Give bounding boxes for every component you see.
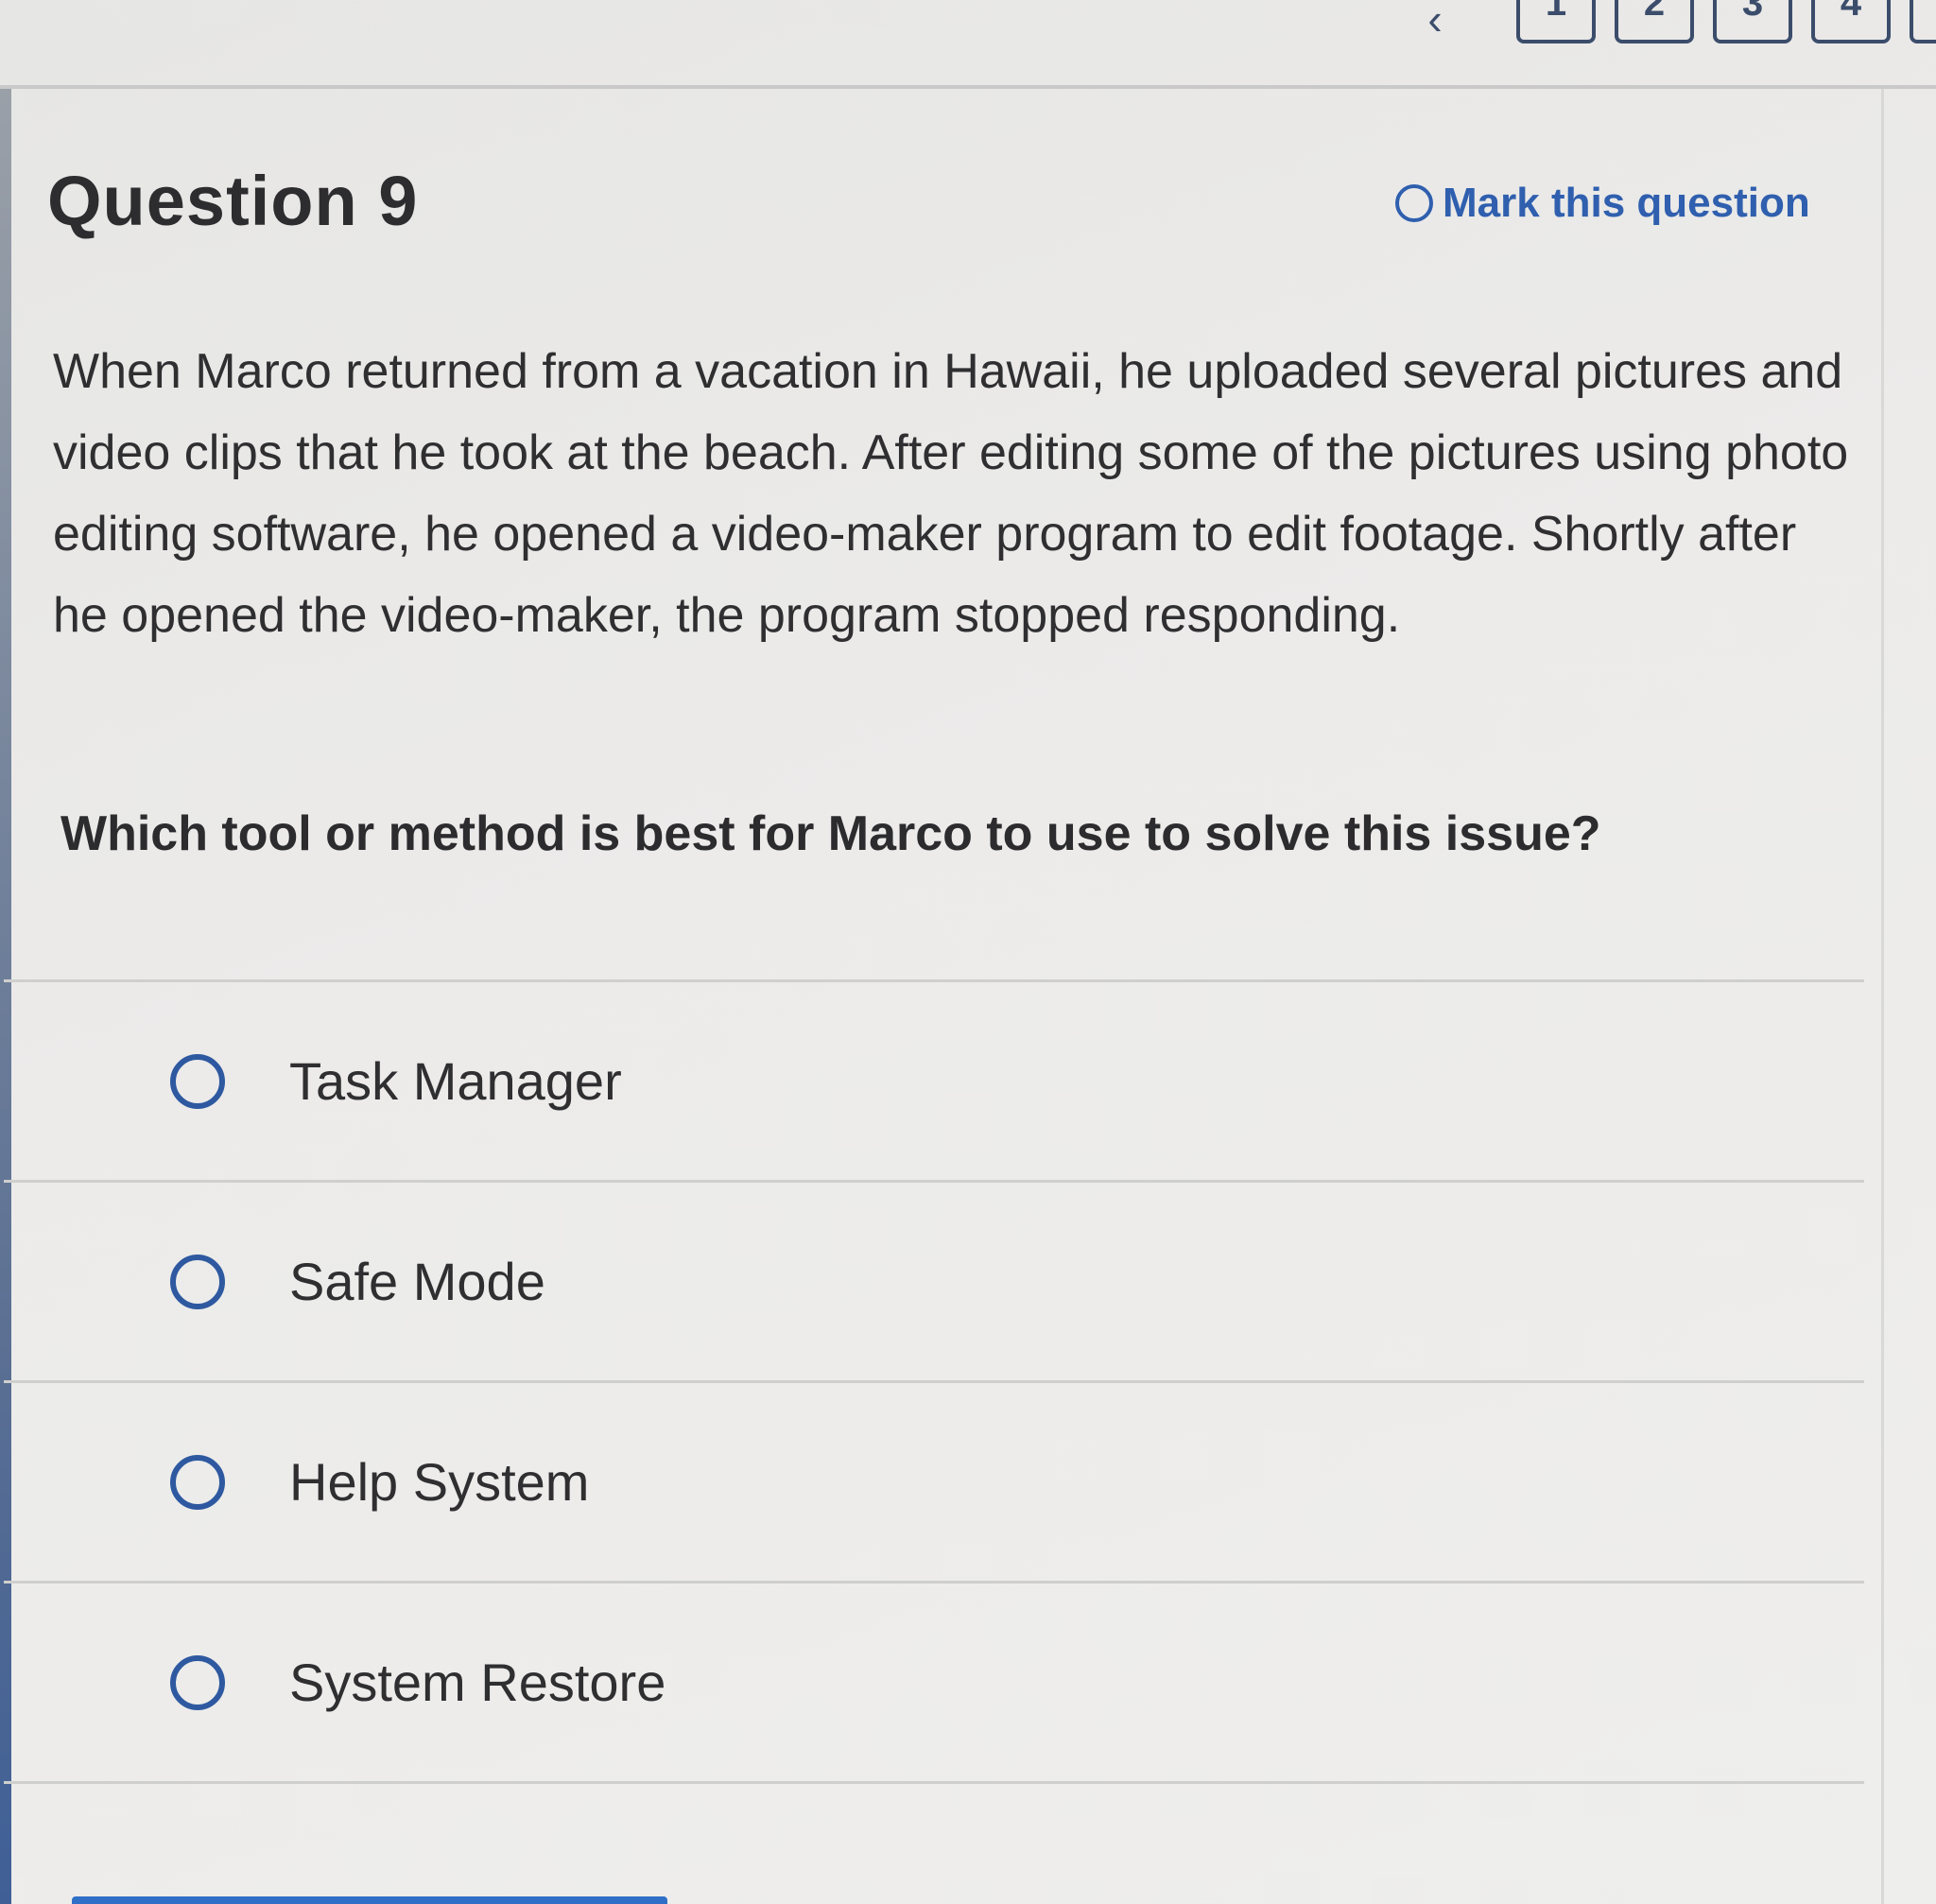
mark-radio-icon[interactable] <box>1395 184 1433 222</box>
question-navigation-bar: ‹ 1 2 3 4 <box>0 0 1936 89</box>
page-number: 4 <box>1840 0 1862 24</box>
answer-option[interactable]: Safe Mode <box>4 1180 1864 1380</box>
mark-question-toggle[interactable]: Mark this question <box>1395 180 1810 227</box>
radio-button-icon[interactable] <box>170 1454 225 1510</box>
chevron-left-icon[interactable]: ‹ <box>1412 0 1458 41</box>
radio-button-icon[interactable] <box>170 1254 225 1309</box>
page-number: 3 <box>1741 0 1764 24</box>
answer-label: Safe Mode <box>289 1252 545 1311</box>
page-button-1[interactable]: 1 <box>1516 0 1596 43</box>
radio-button-icon[interactable] <box>170 1053 225 1109</box>
page-button-2[interactable]: 2 <box>1615 0 1694 43</box>
answer-option[interactable]: Task Manager <box>4 979 1864 1180</box>
answer-option[interactable]: Help System <box>4 1380 1864 1581</box>
question-stem: When Marco returned from a vacation in H… <box>53 344 1849 643</box>
answer-label: Task Manager <box>289 1051 622 1111</box>
page-button-partial[interactable] <box>1910 0 1936 43</box>
answer-options: Task Manager Safe Mode Help System Syste… <box>4 979 1864 1784</box>
mark-question-label: Mark this question <box>1443 180 1810 226</box>
page-number: 2 <box>1643 0 1666 24</box>
question-prompt: Which tool or method is best for Marco t… <box>60 806 1601 861</box>
bottom-button-edge[interactable] <box>72 1896 667 1904</box>
page-number: 1 <box>1545 0 1567 24</box>
answer-option[interactable]: System Restore <box>4 1581 1864 1784</box>
question-title: Question 9 <box>47 162 419 240</box>
radio-button-icon[interactable] <box>170 1654 225 1710</box>
page-button-3[interactable]: 3 <box>1713 0 1792 43</box>
page-button-4[interactable]: 4 <box>1811 0 1891 43</box>
answer-label: System Restore <box>289 1653 666 1712</box>
answer-label: Help System <box>289 1452 590 1512</box>
